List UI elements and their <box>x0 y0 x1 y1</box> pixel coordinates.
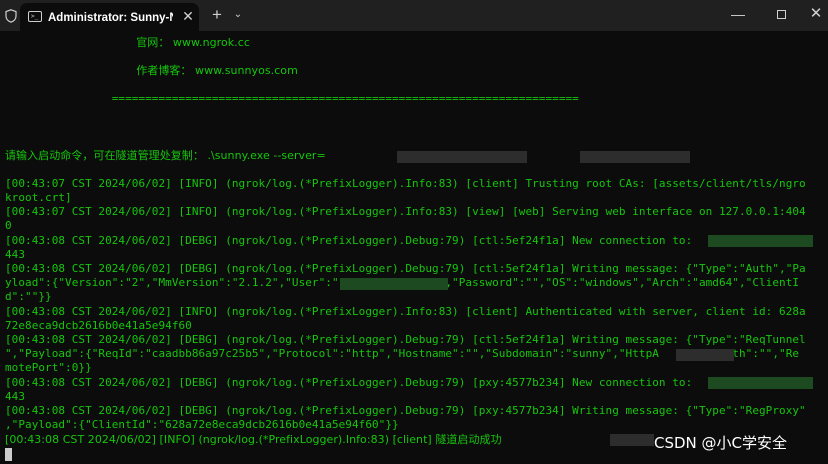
terminal-line: [00:43:08 CST 2024/06/02] [DEBG] (ngrok/… <box>5 234 699 247</box>
redacted-region <box>708 235 813 247</box>
terminal-line: ,"Payload":{"ClientId":"628a72e8eca9dcb2… <box>5 418 399 431</box>
redacted-region <box>580 151 690 163</box>
terminal-output[interactable]: 官网： www.ngrok.cc 作者博客： www.sunnyos.com =… <box>0 31 828 464</box>
watermark: CSDN @小C学安全 <box>654 434 788 452</box>
text-cursor <box>5 448 12 461</box>
terminal-line: 443 <box>5 248 26 261</box>
title-bar: >_ Administrator: Sunny-NgrokJ ✕ + ⌄ — ✕ <box>0 0 828 31</box>
redacted-region <box>708 377 813 389</box>
terminal-line: 0 <box>5 219 12 232</box>
terminal-line: [00:43:08 CST 2024/06/02] [INFO] (ngrok/… <box>5 433 506 446</box>
terminal-line: 443 <box>5 390 26 403</box>
terminal-line: 请输入启动命令，可在隧道管理处复制： .\sunny.exe --server=… <box>5 149 462 162</box>
terminal-line: [00:43:08 CST 2024/06/02] [DEBG] (ngrok/… <box>5 376 699 389</box>
tab-terminal[interactable]: >_ Administrator: Sunny-NgrokJ ✕ <box>20 3 199 31</box>
chevron-down-icon[interactable]: ⌄ <box>230 6 246 24</box>
terminal-line: [00:43:08 CST 2024/06/02] [DEBG] (ngrok/… <box>5 262 806 275</box>
redacted-region <box>610 434 654 446</box>
terminal-line: ========================================… <box>5 92 579 105</box>
terminal-line: d":""}} <box>5 290 52 303</box>
terminal-line: [00:43:07 CST 2024/06/02] [INFO] (ngrok/… <box>5 205 806 218</box>
terminal-line: [00:43:07 CST 2024/06/02] [INFO] (ngrok/… <box>5 177 806 190</box>
terminal-line: [00:43:08 CST 2024/06/02] [DEBG] (ngrok/… <box>5 404 806 417</box>
minimize-button[interactable]: — <box>730 5 746 23</box>
terminal-line: [00:43:08 CST 2024/06/02] [DEBG] (ngrok/… <box>5 333 806 346</box>
terminal-line: kroot.crt] <box>5 191 72 204</box>
redacted-region <box>340 278 448 290</box>
close-button[interactable]: ✕ <box>809 5 823 23</box>
tab-close-icon[interactable]: ✕ <box>180 8 196 24</box>
terminal-line: [00:43:08 CST 2024/06/02] [INFO] (ngrok/… <box>5 305 806 318</box>
new-tab-button[interactable]: + <box>209 6 225 24</box>
terminal-line: 72e8eca9dcb2616b0e41a5e94f60 <box>5 319 192 332</box>
tab-title: Administrator: Sunny-NgrokJ <box>48 12 173 24</box>
shield-icon <box>5 9 17 23</box>
terminal-icon: >_ <box>28 11 42 22</box>
terminal-line: 作者博客： www.sunnyos.com <box>5 64 298 77</box>
maximize-button[interactable] <box>777 10 786 19</box>
redacted-region <box>676 349 734 361</box>
terminal-line: 官网： www.ngrok.cc <box>5 36 250 49</box>
terminal-line: motePort":0}} <box>5 361 92 374</box>
redacted-region <box>397 151 527 163</box>
